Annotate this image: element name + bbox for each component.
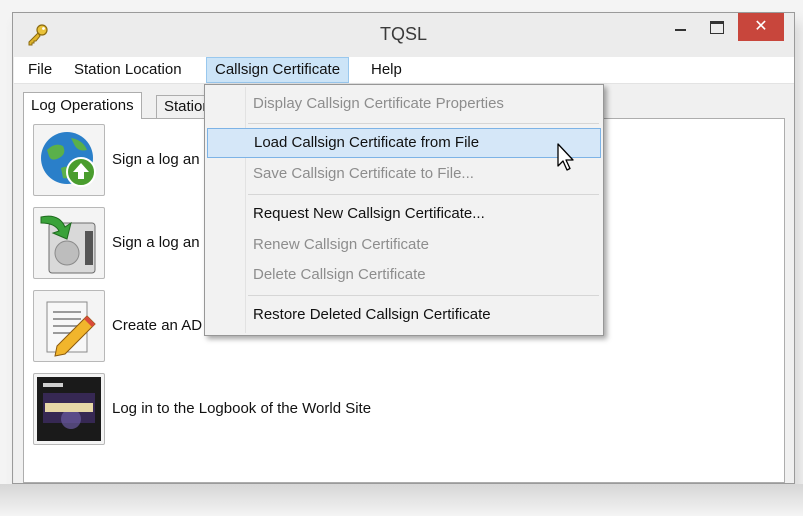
bottom-shadow bbox=[0, 484, 803, 516]
menu-callsign-certificate[interactable]: Callsign Certificate bbox=[206, 57, 350, 83]
lotw-logo-icon bbox=[37, 377, 101, 441]
menu-help[interactable]: Help bbox=[363, 57, 410, 83]
close-button[interactable]: ✕ bbox=[738, 13, 784, 41]
sign-upload-button[interactable] bbox=[33, 124, 105, 196]
sign-upload-label: Sign a log an bbox=[112, 151, 200, 168]
lotw-login-button[interactable] bbox=[33, 373, 105, 445]
lotw-login-action[interactable]: Log in to the Logbook of the World Site bbox=[33, 373, 633, 447]
menu-separator bbox=[248, 194, 599, 195]
edit-document-icon bbox=[46, 301, 96, 357]
menu-bar: File Station Location Callsign Certifica… bbox=[14, 57, 794, 84]
sign-save-button[interactable] bbox=[33, 207, 105, 279]
create-adif-button[interactable] bbox=[33, 290, 105, 362]
mouse-cursor-icon bbox=[557, 143, 574, 171]
menu-separator bbox=[248, 123, 599, 124]
minimize-button[interactable] bbox=[668, 13, 694, 42]
create-adif-label: Create an AD bbox=[112, 317, 203, 334]
menu-item-delete[interactable]: Delete Callsign Certificate bbox=[207, 260, 601, 290]
maximize-button[interactable] bbox=[704, 13, 730, 42]
menu-item-load-from-file[interactable]: Load Callsign Certificate from File bbox=[207, 128, 601, 158]
tab-log-operations[interactable]: Log Operations bbox=[23, 92, 142, 119]
save-upload-icon bbox=[40, 215, 96, 274]
menu-item-restore-deleted[interactable]: Restore Deleted Callsign Certificate bbox=[207, 300, 601, 330]
menu-item-display-properties[interactable]: Display Callsign Certificate Properties bbox=[207, 89, 601, 119]
lotw-login-label: Log in to the Logbook of the World Site bbox=[112, 400, 372, 417]
title-bar[interactable]: TQSL ✕ bbox=[13, 13, 794, 56]
menu-item-save-to-file[interactable]: Save Callsign Certificate to File... bbox=[207, 159, 601, 189]
callsign-certificate-menu: Display Callsign Certificate Properties … bbox=[204, 84, 604, 336]
sign-save-label: Sign a log an bbox=[112, 234, 200, 251]
menu-item-request-new[interactable]: Request New Callsign Certificate... bbox=[207, 199, 601, 229]
menu-station-location[interactable]: Station Location bbox=[66, 57, 190, 83]
menu-separator bbox=[248, 295, 599, 296]
menu-item-renew[interactable]: Renew Callsign Certificate bbox=[207, 230, 601, 260]
globe-upload-icon bbox=[41, 132, 96, 187]
close-icon: ✕ bbox=[754, 18, 768, 35]
menu-file[interactable]: File bbox=[20, 57, 60, 83]
